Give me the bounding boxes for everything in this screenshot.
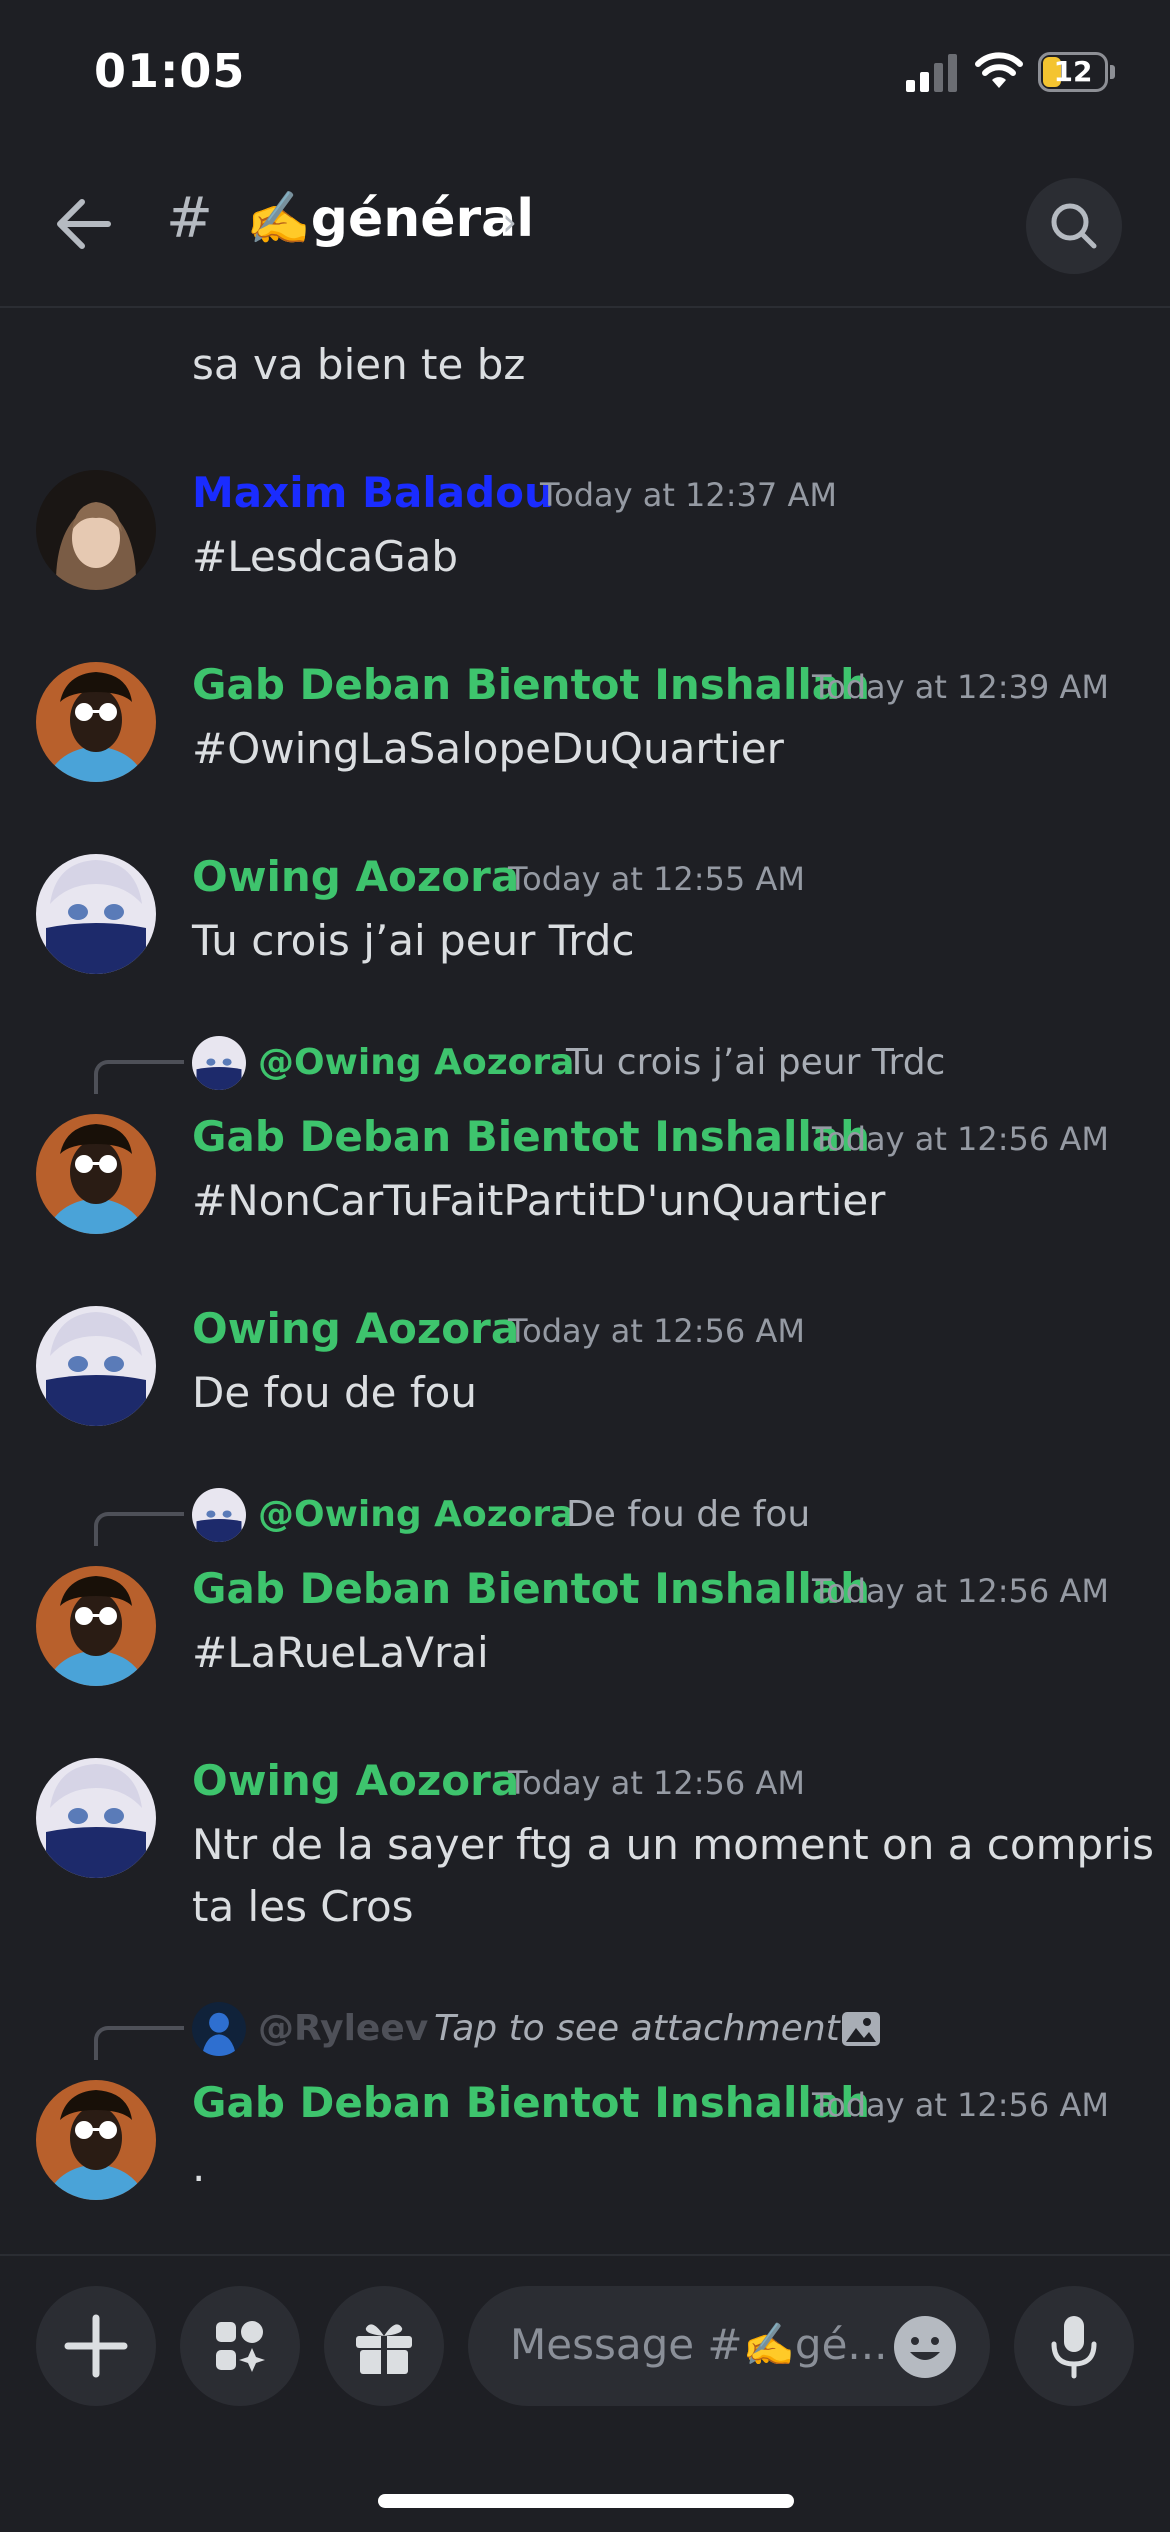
reply-connector xyxy=(94,1060,184,1094)
avatar[interactable] xyxy=(36,1306,156,1426)
battery-level: 12 xyxy=(1053,55,1093,88)
message-text: ta les Cros xyxy=(192,1882,414,1931)
message-text: #OwingLaSalopeDuQuartier xyxy=(192,724,784,773)
message-text: #LesdcaGab xyxy=(192,532,459,581)
chevron-right-icon[interactable]: › xyxy=(502,200,517,244)
message-text: Ntr de la sayer ftg a un moment on a com… xyxy=(192,1820,1154,1869)
message-timestamp: Today at 12:56 AM xyxy=(812,1120,1109,1158)
composer-bar: Message #✍️gé... xyxy=(0,2254,1170,2532)
message-author[interactable]: Maxim Baladou xyxy=(192,468,554,517)
avatar[interactable] xyxy=(36,1566,156,1686)
avatar[interactable] xyxy=(36,1114,156,1234)
status-bar: 01:05 12 xyxy=(0,0,1170,150)
message-timestamp: Today at 12:56 AM xyxy=(812,1572,1109,1610)
signal-icon xyxy=(906,54,957,92)
message-text: #LaRueLaVrai xyxy=(192,1628,489,1677)
avatar[interactable] xyxy=(36,1758,156,1878)
message-timestamp: Today at 12:55 AM xyxy=(508,860,805,898)
message-author[interactable]: Owing Aozora xyxy=(192,1304,519,1353)
reply-author[interactable]: @Ryleev xyxy=(258,2008,428,2049)
reply-avatar xyxy=(192,1488,246,1542)
voice-message-button[interactable] xyxy=(1014,2286,1134,2406)
search-icon xyxy=(1051,203,1097,249)
message-input-placeholder: Message #✍️gé... xyxy=(510,2320,888,2369)
message-input[interactable]: Message #✍️gé... xyxy=(468,2286,990,2406)
apps-icon xyxy=(216,2321,265,2372)
channel-header: # ✍️général › xyxy=(0,150,1170,308)
message-list[interactable]: sa va bien te bz Maxim Baladou Today at … xyxy=(0,310,1170,2250)
microphone-icon xyxy=(1051,2316,1097,2379)
home-indicator[interactable] xyxy=(378,2494,794,2508)
reply-avatar xyxy=(192,1036,246,1090)
message-author[interactable]: Gab Deban Bientot Inshallah xyxy=(192,1112,870,1161)
reply-preview[interactable]: Tu crois j’ai peur Trdc xyxy=(566,1042,945,1083)
arrow-left-icon[interactable] xyxy=(48,188,120,260)
message-author[interactable]: Gab Deban Bientot Inshallah xyxy=(192,660,870,709)
gift-button[interactable] xyxy=(324,2286,444,2406)
reply-author[interactable]: @Owing Aozora xyxy=(258,1042,574,1083)
message-author[interactable]: Owing Aozora xyxy=(192,852,519,901)
reply-avatar xyxy=(192,2002,246,2056)
plus-icon xyxy=(64,2314,128,2378)
message-text: De fou de fou xyxy=(192,1368,477,1417)
message-author[interactable]: Owing Aozora xyxy=(192,1756,519,1805)
message-text: sa va bien te bz xyxy=(192,340,526,389)
message-timestamp: Today at 12:56 AM xyxy=(508,1764,805,1802)
message-timestamp: Today at 12:39 AM xyxy=(812,668,1109,706)
reply-connector xyxy=(94,2026,184,2060)
message-author[interactable]: Gab Deban Bientot Inshallah xyxy=(192,2078,870,2127)
image-icon xyxy=(842,2012,880,2046)
message-timestamp: Today at 12:56 AM xyxy=(812,2086,1109,2124)
channel-hash-icon: # xyxy=(166,186,213,251)
reply-author[interactable]: @Owing Aozora xyxy=(258,1494,574,1535)
search-button[interactable] xyxy=(1026,178,1122,274)
message-timestamp: Today at 12:56 AM xyxy=(508,1312,805,1350)
message-timestamp: Today at 12:37 AM xyxy=(540,476,837,514)
message-author[interactable]: Gab Deban Bientot Inshallah xyxy=(192,1564,870,1613)
battery-icon: 12 xyxy=(1038,52,1115,92)
status-time: 01:05 xyxy=(94,44,246,98)
message-text: #NonCarTuFaitPartitD'unQuartier xyxy=(192,1176,886,1225)
channel-title[interactable]: ✍️général xyxy=(246,188,534,249)
avatar[interactable] xyxy=(36,470,156,590)
add-attachment-button[interactable] xyxy=(36,2286,156,2406)
apps-button[interactable] xyxy=(180,2286,300,2406)
emoji-icon[interactable] xyxy=(892,2314,958,2380)
message-text: . xyxy=(192,2142,206,2191)
reply-connector xyxy=(94,1512,184,1546)
wifi-icon xyxy=(975,52,1023,88)
reply-preview[interactable]: De fou de fou xyxy=(566,1494,810,1535)
avatar[interactable] xyxy=(36,662,156,782)
message-text: Tu crois j’ai peur Trdc xyxy=(192,916,635,965)
gift-icon xyxy=(356,2324,412,2374)
avatar[interactable] xyxy=(36,2080,156,2200)
avatar[interactable] xyxy=(36,854,156,974)
reply-preview[interactable]: Tap to see attachment xyxy=(434,2008,840,2049)
